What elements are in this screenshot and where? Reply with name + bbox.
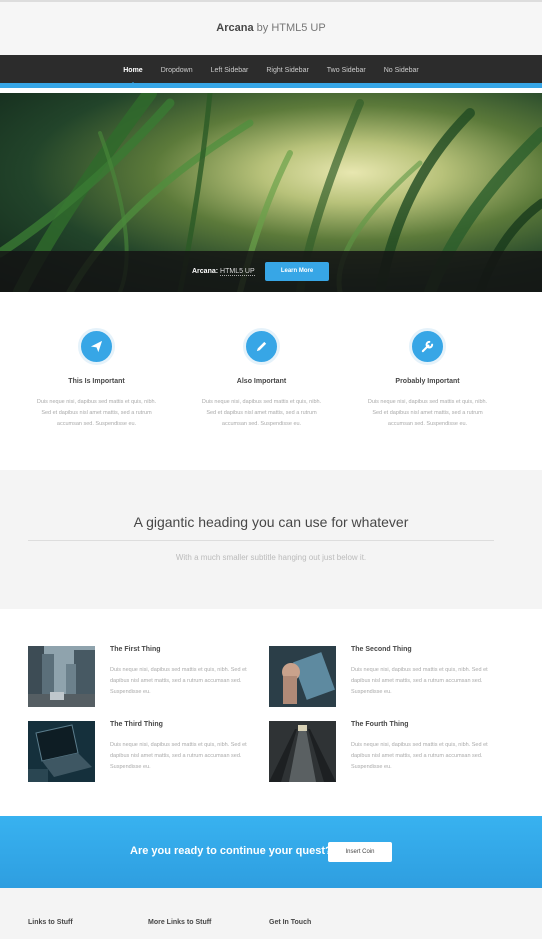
phone-in-hand-image[interactable] [269, 646, 336, 707]
cta-heading: Are you ready to continue your quest? [130, 845, 332, 857]
banner-caption-bold: Arcana: [192, 268, 219, 275]
banner-caption-link[interactable]: HTML5 UP [220, 268, 255, 276]
thing-2: The Second Thing Duis neque nisi, dapibu… [269, 646, 499, 708]
insert-coin-button[interactable]: Insert Coin [328, 842, 392, 862]
thing-3: The Third Thing Duis neque nisi, dapibus… [28, 721, 258, 783]
giant-heading-section: A gigantic heading you can use for whate… [0, 470, 542, 609]
thing-title: The Third Thing [110, 721, 163, 728]
laptop-desk-image[interactable] [28, 721, 95, 782]
escalator-image[interactable] [269, 721, 336, 782]
features-section: This Is Important Duis neque nisi, dapib… [0, 292, 542, 470]
nav-item-left-sidebar[interactable]: Left Sidebar [211, 67, 249, 74]
wrench-icon [409, 328, 446, 365]
nav-item-right-sidebar[interactable]: Right Sidebar [266, 67, 308, 74]
brand-byline: by HTML5 UP [256, 22, 326, 34]
giant-subtitle: With a much smaller subtitle hanging out… [175, 553, 367, 562]
thing-text: Duis neque nisi, dapibus sed mattis et q… [110, 742, 247, 770]
giant-heading: A gigantic heading you can use for whate… [133, 514, 409, 530]
thing-4: The Fourth Thing Duis neque nisi, dapibu… [269, 721, 499, 783]
thing-1: The First Thing Duis neque nisi, dapibus… [28, 646, 258, 708]
feature-title: Probably Important [395, 378, 460, 385]
feature-title: Also Important [236, 378, 287, 385]
nav-item-two-sidebar[interactable]: Two Sidebar [327, 67, 366, 74]
feature-2: Also Important Duis neque nisi, dapibus … [179, 328, 344, 430]
things-section: The First Thing Duis neque nisi, dapibus… [0, 609, 542, 816]
thing-title: The Fourth Thing [351, 721, 409, 728]
banner-caption-bar: Arcana: HTML5 UP Learn More [0, 251, 542, 292]
divider [28, 540, 494, 541]
thing-text: Duis neque nisi, dapibus sed mattis et q… [351, 667, 488, 695]
main-nav: Home Dropdown Left Sidebar Right Sidebar… [0, 55, 542, 88]
nav-item-no-sidebar[interactable]: No Sidebar [384, 67, 419, 74]
thing-title: The Second Thing [351, 646, 412, 653]
thing-text: Duis neque nisi, dapibus sed mattis et q… [110, 667, 247, 695]
cta-section: Are you ready to continue your quest? In… [0, 816, 542, 888]
pencil-icon [243, 328, 280, 365]
thing-text: Duis neque nisi, dapibus sed mattis et q… [351, 742, 488, 770]
learn-more-button[interactable]: Learn More [265, 262, 329, 281]
feature-text: Duis neque nisi, dapibus sed mattis et q… [201, 399, 322, 427]
footer-heading-more-links: More Links to Stuff [148, 919, 212, 926]
nav-item-dropdown[interactable]: Dropdown [161, 67, 193, 74]
nav-item-home[interactable]: Home [123, 67, 143, 86]
paper-plane-icon [78, 328, 115, 365]
banner-caption: Arcana: HTML5 UP [192, 268, 255, 276]
feature-1: This Is Important Duis neque nisi, dapib… [14, 328, 179, 430]
feature-title: This Is Important [68, 378, 125, 385]
site-logo[interactable]: Arcana by HTML5 UP [0, 22, 542, 34]
feature-text: Duis neque nisi, dapibus sed mattis et q… [36, 399, 157, 427]
site-header: Arcana by HTML5 UP [0, 0, 542, 55]
feature-text: Duis neque nisi, dapibus sed mattis et q… [367, 399, 488, 427]
city-street-image[interactable] [28, 646, 95, 707]
site-footer: Links to Stuff More Links to Stuff Get I… [0, 888, 542, 939]
banner: Arcana: HTML5 UP Learn More [0, 93, 542, 292]
thing-title: The First Thing [110, 646, 161, 653]
brand-name: Arcana [216, 22, 254, 34]
footer-heading-contact: Get In Touch [269, 919, 312, 926]
feature-3: Probably Important Duis neque nisi, dapi… [345, 328, 510, 430]
footer-heading-links: Links to Stuff [28, 919, 73, 926]
